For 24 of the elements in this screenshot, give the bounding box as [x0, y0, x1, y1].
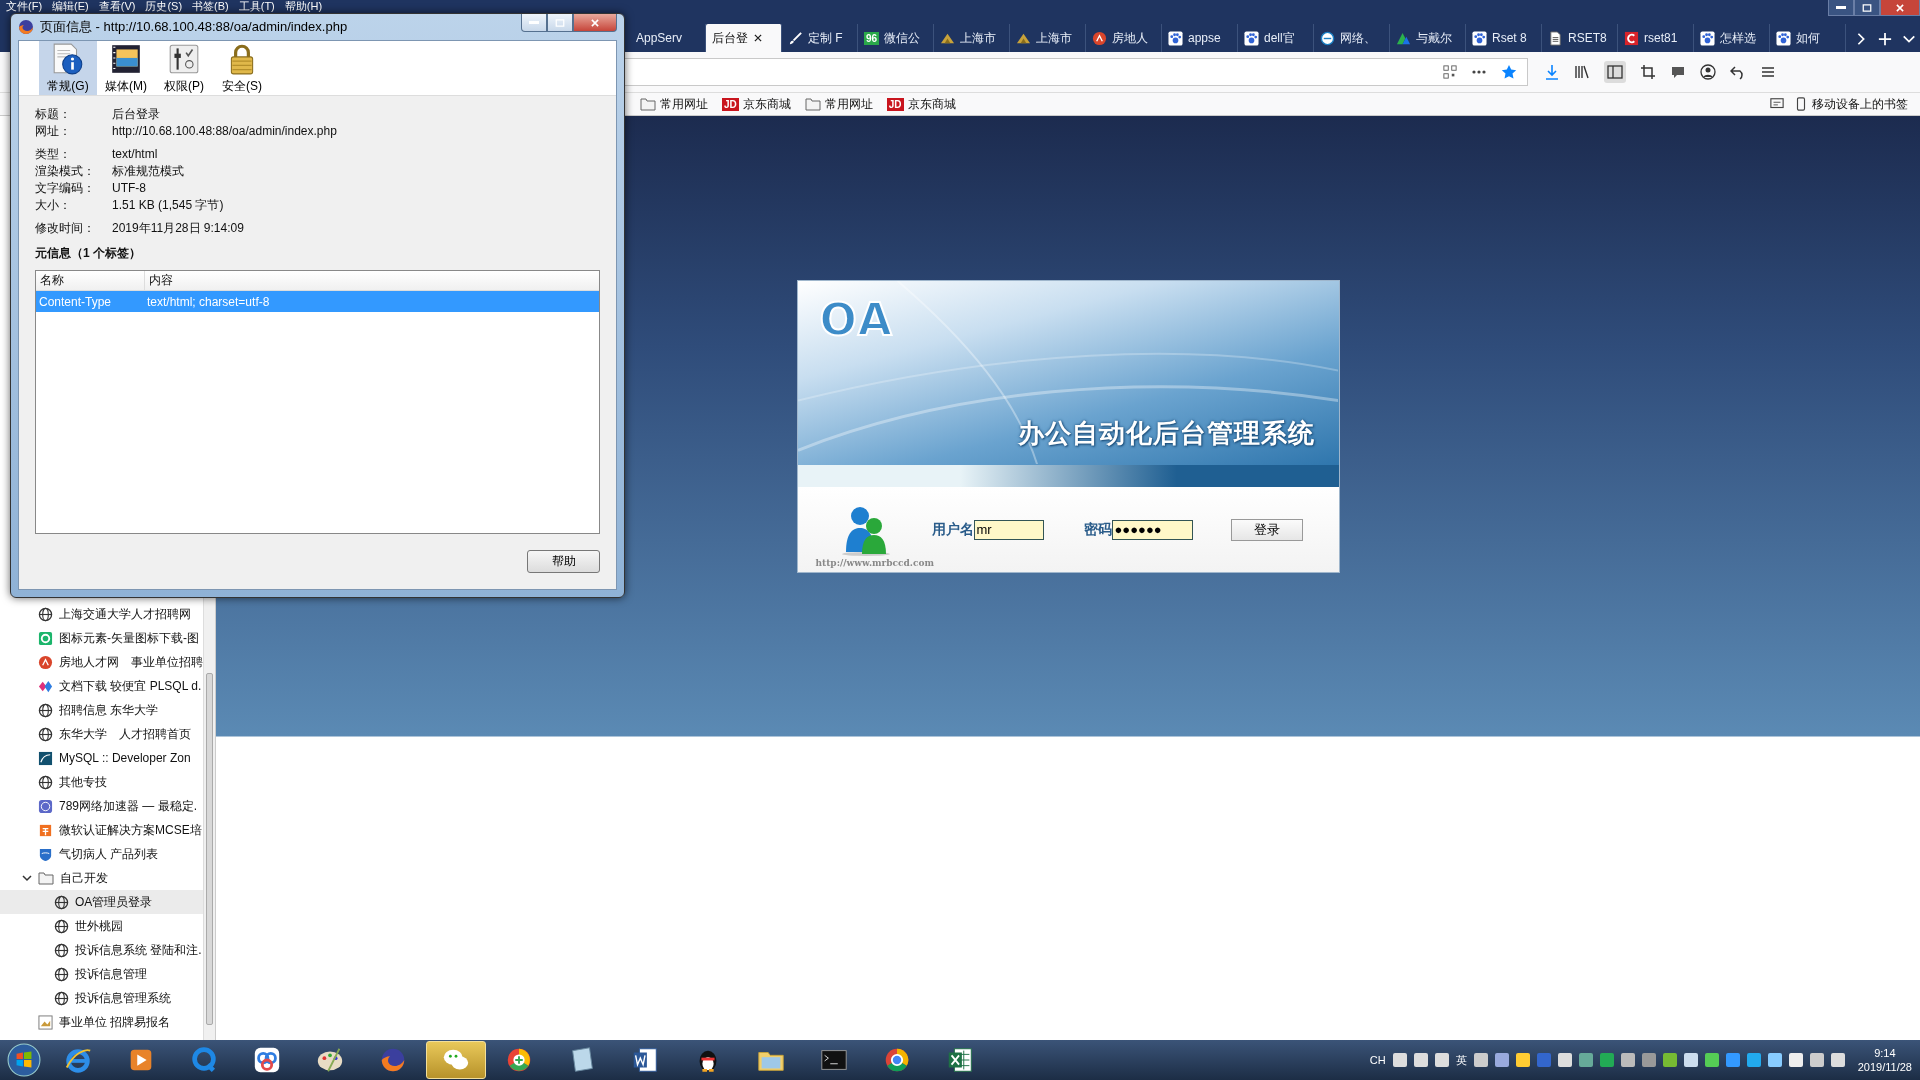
field-value: 标准规范模式 — [112, 162, 184, 180]
section-heading: 元信息（1 个标签） — [35, 245, 142, 262]
oa-logo: OA — [819, 295, 894, 345]
field-value: text/html — [112, 147, 158, 161]
site-logo: 96 — [864, 31, 880, 45]
site-logo: JD — [722, 97, 739, 111]
field-label: 大小： — [35, 196, 72, 214]
field-value: 1.51 KB (1,545 字节) — [112, 196, 224, 214]
site-logo: JD — [886, 97, 904, 111]
system-title: 办公自动化后台管理系统 — [1017, 417, 1315, 450]
field-value: 2019年11月28日 9:14:09 — [112, 219, 244, 237]
site-url: http://www.mrbccd.com — [815, 558, 934, 568]
field-label: 标题： — [35, 105, 72, 123]
dialog-title: 页面信息 - http://10.68.100.48:88/oa/admin/index.php — [40, 18, 348, 36]
field-value: 后台登录 — [112, 105, 160, 123]
field-label: 渲染模式： — [35, 162, 96, 180]
field-value: UTF-8 — [112, 181, 146, 195]
field-label: 修改时间： — [35, 219, 96, 237]
field-label: 文字编码： — [35, 179, 96, 197]
field-value: http://10.68.100.48:88/oa/admin/index.php — [112, 124, 337, 138]
field-label: 网址： — [35, 122, 72, 140]
username-label: 用户名 — [931, 520, 974, 539]
password-label: 密码 — [1083, 520, 1112, 539]
field-label: 类型： — [35, 145, 72, 163]
